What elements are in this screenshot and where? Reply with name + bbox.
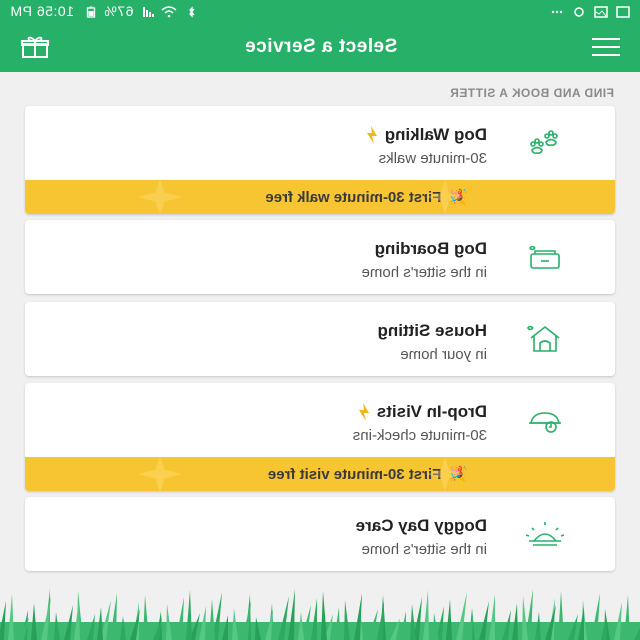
- service-title: Doggy Day Care: [355, 516, 487, 535]
- lightning-bolt-icon: [365, 126, 379, 144]
- mirrored-screen: 67% 10:56 PM Select a Service FIND AND B…: [0, 0, 640, 640]
- card-text: Dog Boarding in the sitter's home: [362, 239, 487, 281]
- service-card-house-sitting[interactable]: House Sitting in your home: [25, 302, 615, 376]
- service-card-doggy-day-care[interactable]: Doggy Day Care in the sitter's home: [25, 497, 615, 571]
- bluetooth-icon: [185, 5, 199, 18]
- service-subtitle: in the sitter's home: [361, 264, 487, 281]
- service-title: Dog Walking: [384, 125, 487, 144]
- service-subtitle: 30-minute walks: [378, 150, 487, 167]
- signal-icon: [141, 5, 155, 17]
- card-title: Drop-In Visits: [353, 402, 487, 422]
- settings-icon: [572, 5, 586, 17]
- house-dog-icon: [525, 324, 565, 354]
- card-title: Doggy Day Care: [356, 516, 487, 536]
- wifi-icon: [161, 5, 177, 18]
- card-main: Doggy Day Care in the sitter's home: [25, 497, 615, 571]
- service-subtitle: in the sitter's home: [361, 541, 487, 558]
- service-card-drop-in-visits[interactable]: Drop-In Visits 30-minute check-ins 🎉 Fir…: [25, 383, 615, 491]
- card-main: Drop-In Visits 30-minute check-ins: [25, 383, 615, 457]
- service-subtitle: 30-minute check-ins: [352, 427, 487, 444]
- status-bar-right: 67% 10:56 PM: [10, 3, 199, 19]
- promo-text: First 30-minute walk free: [265, 188, 442, 206]
- service-title: Dog Boarding: [374, 239, 487, 258]
- service-subtitle: in your home: [400, 346, 487, 363]
- promo-banner: 🎉 First 30-minute visit free: [25, 457, 615, 491]
- food-bowl-clock-icon: [525, 405, 565, 435]
- card-main: House Sitting in your home: [25, 302, 615, 376]
- card-text: Dog Walking 30-minute walks: [365, 125, 487, 167]
- app-bar: Select a Service: [0, 22, 640, 72]
- card-text: Drop-In Visits 30-minute check-ins: [353, 402, 487, 444]
- sun-icon: [525, 519, 565, 549]
- card-title: Dog Boarding: [362, 239, 487, 259]
- section-header: FIND AND BOOK A SITTER: [449, 86, 614, 100]
- card-text: House Sitting in your home: [377, 321, 487, 363]
- service-card-dog-walking[interactable]: Dog Walking 30-minute walks 🎉 First 30-m…: [25, 106, 615, 214]
- card-title: Dog Walking: [365, 125, 487, 145]
- dog-paw-icon: [525, 128, 565, 158]
- promo-banner: 🎉 First 30-minute walk free: [25, 180, 615, 214]
- clock-time: 10:56 PM: [10, 3, 74, 19]
- card-text: Doggy Day Care in the sitter's home: [356, 516, 487, 558]
- service-card-dog-boarding[interactable]: Dog Boarding in the sitter's home: [25, 220, 615, 294]
- status-bar-left: [550, 5, 630, 18]
- dog-bed-icon: [525, 242, 565, 272]
- service-title: Drop-In Visits: [376, 402, 487, 421]
- gallery-icon: [594, 5, 608, 18]
- card-main: Dog Walking 30-minute walks: [25, 106, 615, 180]
- gift-icon[interactable]: [20, 35, 50, 59]
- promo-text: First 30-minute visit free: [267, 465, 442, 483]
- hamburger-menu-icon[interactable]: [592, 38, 620, 56]
- notification-icon: [616, 5, 630, 18]
- page-title: Select a Service: [244, 36, 398, 57]
- card-title: House Sitting: [377, 321, 487, 341]
- lightning-bolt-icon: [357, 403, 371, 421]
- grass-decoration: [0, 589, 640, 640]
- battery-icon: [82, 5, 96, 18]
- battery-percent: 67%: [103, 3, 134, 19]
- more-dots-icon: [550, 5, 564, 17]
- service-title: House Sitting: [377, 321, 487, 340]
- card-main: Dog Boarding in the sitter's home: [25, 220, 615, 294]
- status-bar: 67% 10:56 PM: [0, 0, 640, 22]
